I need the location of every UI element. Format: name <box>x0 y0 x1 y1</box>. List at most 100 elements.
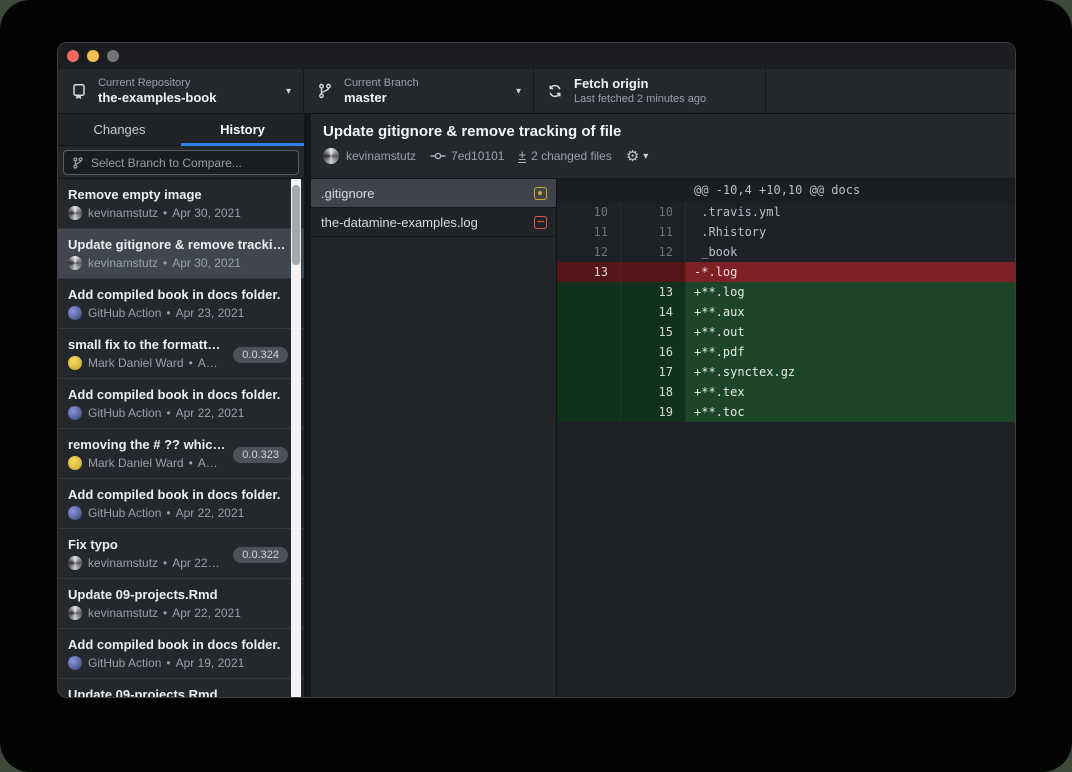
diff-line[interactable]: 16 +**.pdf <box>557 342 1015 362</box>
diff-line[interactable]: 11 11 .Rhistory <box>557 222 1015 242</box>
old-line-number <box>557 342 621 362</box>
commit-date: Apr 19, 2021 <box>176 656 245 670</box>
minimize-button[interactable] <box>87 50 99 62</box>
github-desktop-window: Current Repository the-examples-book ▾ C… <box>57 42 1016 698</box>
file-status-icon <box>534 187 547 200</box>
diff-options-button[interactable]: ⚙ ▾ <box>626 149 648 164</box>
commit-date: Apr 22, 2021 <box>176 406 245 420</box>
meta-separator: • <box>163 606 167 620</box>
branch-name: master <box>344 90 510 106</box>
diff-line-code: .Rhistory <box>686 222 1015 242</box>
branch-compare-field[interactable] <box>63 150 299 175</box>
avatar <box>68 306 82 320</box>
commit-list-scrollbar[interactable] <box>291 179 301 697</box>
sidebar-tabs: Changes History <box>58 114 304 146</box>
commit-title: Update 09-projects.Rmd <box>68 586 290 603</box>
commit-author: kevinamstutz <box>88 206 158 220</box>
fetch-origin-button[interactable]: Fetch origin Last fetched 2 minutes ago <box>534 69 766 113</box>
branch-icon <box>316 83 334 99</box>
scrollbar-thumb[interactable] <box>292 185 300 265</box>
compare-input[interactable] <box>91 156 290 170</box>
current-repository-dropdown[interactable]: Current Repository the-examples-book ▾ <box>58 69 304 113</box>
commit-date: Apr 22, 2021 <box>172 606 241 620</box>
compare-bar <box>58 146 304 179</box>
tab-changes[interactable]: Changes <box>58 114 181 145</box>
commit-item[interactable]: Add compiled book in docs folder. GitHub… <box>58 479 304 529</box>
commit-author: Mark Daniel Ward <box>88 456 184 470</box>
toolbar: Current Repository the-examples-book ▾ C… <box>58 69 1015 114</box>
commit-item[interactable]: small fix to the formatt… Mark Daniel Wa… <box>58 329 304 379</box>
new-line-number: 17 <box>621 362 686 382</box>
meta-separator: • <box>166 306 170 320</box>
diff-line[interactable]: 13 -*.log <box>557 262 1015 282</box>
panel-divider <box>304 114 311 697</box>
commit-title: Remove empty image <box>68 186 290 203</box>
chevron-down-icon: ▾ <box>643 151 648 162</box>
current-branch-dropdown[interactable]: Current Branch master ▾ <box>304 69 534 113</box>
commit-item[interactable]: Update gitignore & remove tracki… kevina… <box>58 229 304 279</box>
commit-list: Remove empty image kevinamstutz • Apr 30… <box>58 179 304 697</box>
meta-separator: • <box>163 556 167 570</box>
diff-line[interactable]: 17 +**.synctex.gz <box>557 362 1015 382</box>
meta-separator: • <box>189 356 193 370</box>
commit-author: kevinamstutz <box>88 606 158 620</box>
new-line-number: 16 <box>621 342 686 362</box>
file-item[interactable]: .gitignore <box>311 179 556 208</box>
meta-separator: • <box>189 456 193 470</box>
commit-author: GitHub Action <box>88 656 161 670</box>
changed-files-list: .gitignore the-datamine-examples.log <box>311 179 556 697</box>
new-line-number: 10 <box>621 202 686 222</box>
diff-line[interactable]: 19 +**.toc <box>557 402 1015 422</box>
avatar <box>68 556 82 570</box>
diff-line[interactable]: 18 +**.tex <box>557 382 1015 402</box>
commit-date: Apr 23, 2021 <box>176 306 245 320</box>
commit-item[interactable]: Add compiled book in docs folder. GitHub… <box>58 379 304 429</box>
commit-icon <box>430 149 446 163</box>
commit-date: A… <box>198 456 218 470</box>
old-line-number <box>557 282 621 302</box>
commit-date: Apr 22… <box>172 556 219 570</box>
commit-title: Add compiled book in docs folder. <box>68 286 290 303</box>
diff-line[interactable]: 13 +**.log <box>557 282 1015 302</box>
diff-line[interactable]: 12 12 _book <box>557 242 1015 262</box>
file-item[interactable]: the-datamine-examples.log <box>311 208 556 237</box>
diff-line[interactable]: @@ -10,4 +10,10 @@ docs <box>557 179 1015 202</box>
new-line-number: 13 <box>621 282 686 302</box>
main-content: Changes History Remove empty <box>58 114 1015 697</box>
close-button[interactable] <box>67 50 79 62</box>
commit-item[interactable]: Update 09-projects.Rmd kevinamstutz • Ap… <box>58 579 304 629</box>
avatar <box>323 148 339 164</box>
new-line-number: 11 <box>621 222 686 242</box>
commit-item[interactable]: Fix typo kevinamstutz • Apr 22… 0.0.322 <box>58 529 304 579</box>
commit-item[interactable]: removing the # ?? whic… Mark Daniel Ward… <box>58 429 304 479</box>
diff-line-code: +**.synctex.gz <box>686 362 1015 382</box>
sync-icon <box>546 83 564 99</box>
diff-line[interactable]: 14 +**.aux <box>557 302 1015 322</box>
commit-date: A… <box>198 356 218 370</box>
repository-name: the-examples-book <box>98 90 280 106</box>
diff-line-code: +**.log <box>686 282 1015 302</box>
commit-title: Add compiled book in docs folder. <box>68 636 290 653</box>
commit-item[interactable]: Add compiled book in docs folder. GitHub… <box>58 279 304 329</box>
tab-history[interactable]: History <box>181 114 304 145</box>
new-line-number: 18 <box>621 382 686 402</box>
avatar <box>68 656 82 670</box>
meta-separator: • <box>166 656 170 670</box>
meta-separator: • <box>166 406 170 420</box>
commit-author: GitHub Action <box>88 406 161 420</box>
avatar <box>68 256 82 270</box>
avatar <box>68 206 82 220</box>
diff-line-code: +**.pdf <box>686 342 1015 362</box>
changed-files-count: 2 changed files <box>531 149 612 163</box>
commit-item[interactable]: Update 09-projects.Rmd kevinamstutz • Ap… <box>58 679 304 697</box>
diff-line[interactable]: 10 10 .travis.yml <box>557 202 1015 222</box>
commit-item[interactable]: Remove empty image kevinamstutz • Apr 30… <box>58 179 304 229</box>
meta-separator: • <box>163 206 167 220</box>
zoom-button[interactable] <box>107 50 119 62</box>
diff-line[interactable]: 15 +**.out <box>557 322 1015 342</box>
commit-item[interactable]: Add compiled book in docs folder. GitHub… <box>58 629 304 679</box>
diff-line-code: +**.out <box>686 322 1015 342</box>
new-line-number <box>621 262 686 282</box>
gear-icon: ⚙ <box>626 149 639 164</box>
commit-title: Add compiled book in docs folder. <box>68 486 290 503</box>
